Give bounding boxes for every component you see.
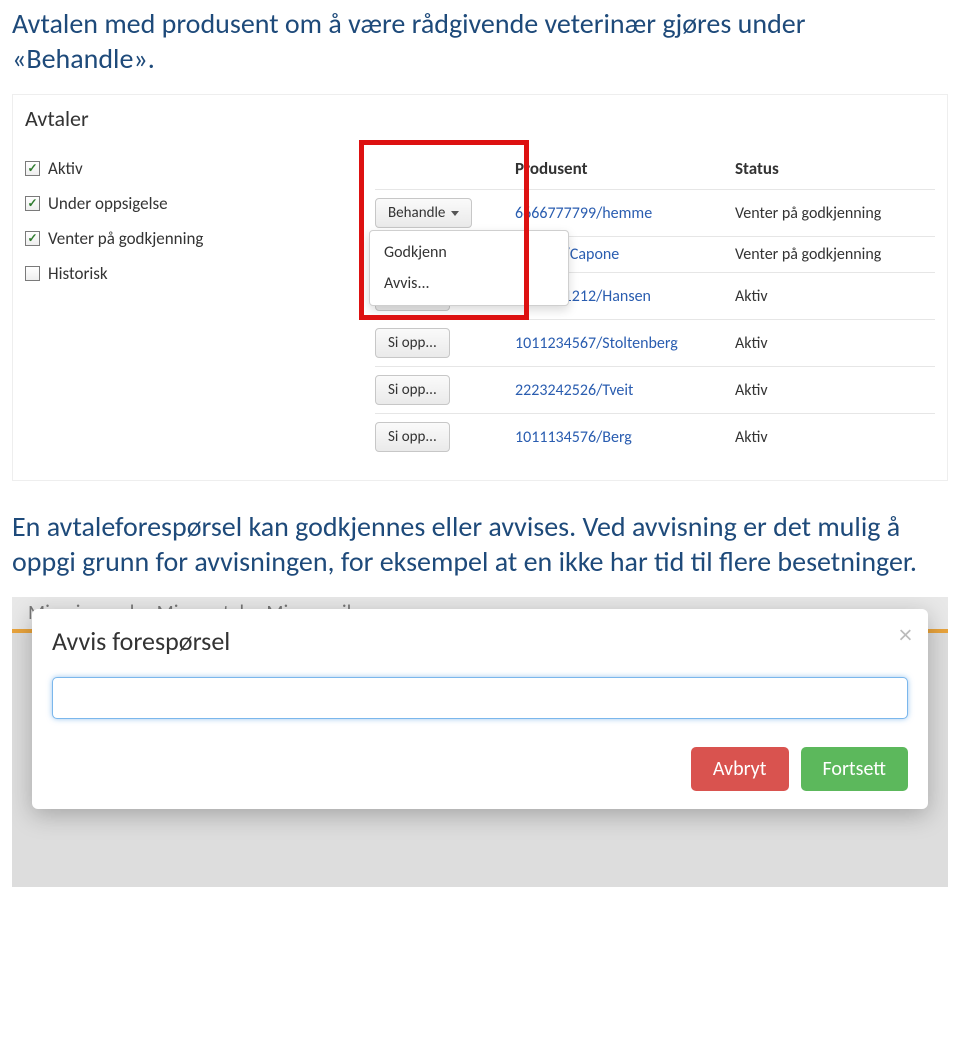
table-row: Si opp... 1011234567/Stoltenberg Aktiv (375, 319, 935, 366)
modal-title: Avvis forespørsel (52, 625, 908, 657)
table-row: Si opp... 1011134576/Berg Aktiv (375, 413, 935, 460)
fortsett-button[interactable]: Fortsett (801, 747, 909, 791)
table-row: Si opp... 2223242526/Tveit Aktiv (375, 366, 935, 413)
avtaler-heading: Avtaler (25, 105, 935, 132)
checkbox-icon[interactable] (25, 231, 40, 246)
behandle-button[interactable]: Behandle (375, 198, 472, 228)
filter-venter[interactable]: Venter på godkjenning (25, 228, 285, 249)
status-text: Aktiv (735, 334, 935, 353)
status-text: Aktiv (735, 287, 935, 306)
siopp-button[interactable]: Si opp... (375, 328, 450, 358)
filter-under-oppsigelse[interactable]: Under oppsigelse (25, 193, 285, 214)
produsent-link[interactable]: 6666777799/hemme (515, 204, 735, 223)
col-produsent: Produsent (515, 158, 735, 179)
close-icon[interactable]: × (899, 621, 912, 647)
produsent-link[interactable]: 1011134576/Berg (515, 428, 735, 447)
caret-down-icon (451, 211, 459, 216)
intro-paragraph-1: Avtalen med produsent om å være rådgiven… (12, 6, 948, 76)
filter-panel: Aktiv Under oppsigelse Venter på godkjen… (25, 158, 285, 460)
filter-label: Venter på godkjenning (48, 228, 203, 249)
checkbox-icon[interactable] (25, 266, 40, 281)
button-label: Behandle (388, 204, 445, 222)
reason-input[interactable] (52, 677, 908, 719)
grid-header: Produsent Status (375, 158, 935, 189)
behandle-dropdown[interactable]: Godkjenn Avvis... (369, 230, 569, 306)
filter-historisk[interactable]: Historisk (25, 263, 285, 284)
checkbox-icon[interactable] (25, 196, 40, 211)
modal-screenshot: Mine journaler Mine avtaler Mine avvik ×… (12, 597, 948, 887)
avtaler-screenshot: Avtaler Aktiv Under oppsigelse Venter på… (12, 94, 948, 481)
status-text: Aktiv (735, 381, 935, 400)
status-text: Aktiv (735, 428, 935, 447)
filter-label: Under oppsigelse (48, 193, 168, 214)
intro-paragraph-2: En avtaleforespørsel kan godkjennes elle… (12, 509, 948, 579)
table-row: Behandle 6666777799/hemme Venter på godk… (375, 189, 935, 236)
avvis-modal: × Avvis forespørsel Avbryt Fortsett (32, 609, 928, 809)
checkbox-icon[interactable] (25, 161, 40, 176)
filter-label: Aktiv (48, 158, 83, 179)
avbryt-button[interactable]: Avbryt (691, 747, 789, 791)
dropdown-godkjenn[interactable]: Godkjenn (370, 237, 568, 268)
status-text: Venter på godkjenning (735, 204, 935, 223)
dropdown-avvis[interactable]: Avvis... (370, 268, 568, 299)
col-action (375, 158, 515, 179)
siopp-button[interactable]: Si opp... (375, 375, 450, 405)
col-status: Status (735, 158, 935, 179)
filter-aktiv[interactable]: Aktiv (25, 158, 285, 179)
produsent-link[interactable]: 1011234567/Stoltenberg (515, 334, 735, 353)
filter-label: Historisk (48, 263, 108, 284)
avtaler-grid: Produsent Status Behandle 6666777799/hem… (375, 158, 935, 460)
status-text: Venter på godkjenning (735, 245, 935, 264)
siopp-button[interactable]: Si opp... (375, 422, 450, 452)
produsent-link[interactable]: 2223242526/Tveit (515, 381, 735, 400)
